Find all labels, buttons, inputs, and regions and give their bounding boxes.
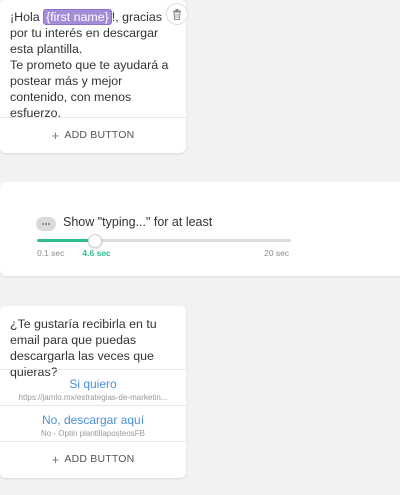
button-no-descargar[interactable]: No, descargar aquí No - Optin plantillap… xyxy=(0,412,186,439)
question-text[interactable]: ¿Te gustaría recibirla en tu email para … xyxy=(10,316,178,380)
slider-min-label: 0.1 sec xyxy=(37,248,65,258)
delete-button[interactable] xyxy=(166,3,188,25)
button-si-quiero[interactable]: Si quiero https://jamlo.mx/estrategias-d… xyxy=(0,376,186,403)
add-button[interactable]: + ADD BUTTON xyxy=(0,118,186,152)
typing-dots-icon xyxy=(36,217,56,231)
first-name-token[interactable]: {first name} xyxy=(43,9,112,25)
divider xyxy=(0,369,186,370)
add-button-label: ADD BUTTON xyxy=(64,129,135,141)
button-flow: No - Optin plantillaposteosFB xyxy=(40,429,146,438)
typing-delay-card: Show "typing..." for at least 0.1 sec 4.… xyxy=(0,182,400,276)
buttons-message-card: ¿Te gustaría recibirla en tu email para … xyxy=(0,306,186,478)
text-message-card: ¡Hola {first name}!, gracias por tu inte… xyxy=(0,0,188,153)
slider-max-label: 20 sec xyxy=(264,248,290,258)
plus-icon: + xyxy=(51,451,60,467)
plus-icon: + xyxy=(51,127,60,143)
message-text[interactable]: ¡Hola {first name}!, gracias por tu inte… xyxy=(10,9,178,121)
typing-label: Show "typing..." for at least xyxy=(63,215,213,229)
typing-slider-track[interactable] xyxy=(37,239,291,242)
add-button-label: ADD BUTTON xyxy=(64,453,135,465)
slider-current-label: 4.6 sec xyxy=(82,248,111,258)
message-text-start: ¡Hola xyxy=(10,10,44,24)
typing-slider-fill xyxy=(37,239,95,242)
typing-slider-handle[interactable] xyxy=(88,234,103,248)
divider xyxy=(0,405,186,406)
button-title: No, descargar aquí xyxy=(41,413,145,427)
trash-icon xyxy=(173,8,181,20)
button-url: https://jamlo.mx/estrategias-de-marketin… xyxy=(18,393,168,402)
message-text-line2: Te prometo que te ayudará a postear más … xyxy=(10,58,169,120)
button-title: Si quiero xyxy=(69,377,117,391)
add-button[interactable]: + ADD BUTTON xyxy=(0,442,186,476)
